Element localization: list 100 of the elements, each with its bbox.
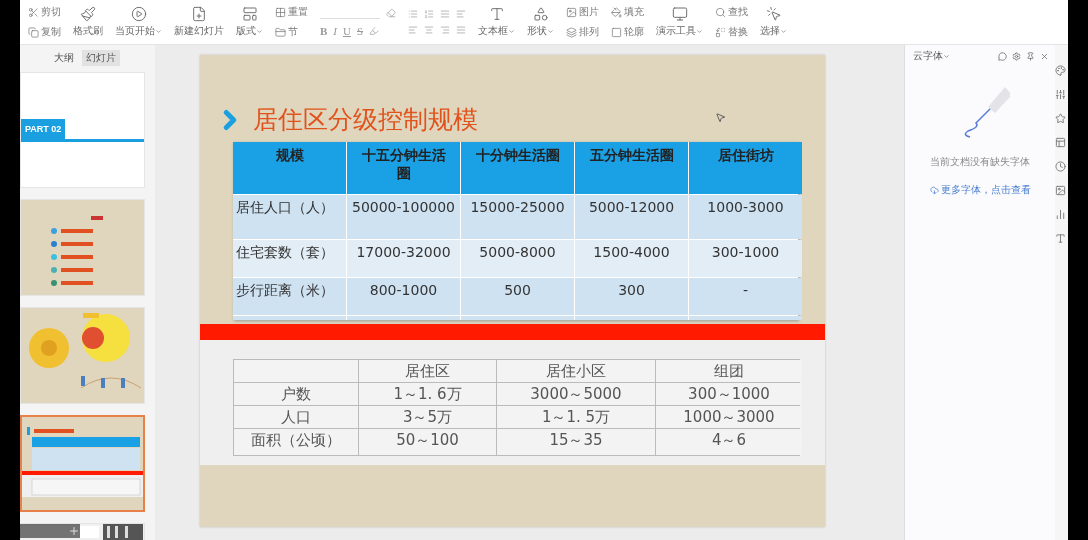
column-header: 组团 <box>656 360 802 382</box>
align-icon[interactable] <box>456 25 466 35</box>
text-icon <box>488 6 505 22</box>
folder-icon <box>275 26 286 38</box>
play-icon <box>130 6 147 22</box>
scissors-icon <box>28 6 39 18</box>
brush-icon <box>80 6 96 22</box>
table-cell: 17000-32000 <box>347 240 460 277</box>
align-icon[interactable] <box>424 25 434 35</box>
column-header: 居住小区 <box>497 360 655 382</box>
format-button[interactable]: B <box>320 25 328 37</box>
column-header: 五分钟生活圈 <box>575 142 688 194</box>
ribbon-button[interactable]: 替换 <box>715 25 748 39</box>
ribbon-button[interactable]: 剪切 <box>28 5 61 19</box>
ribbon-button[interactable]: 轮廓 <box>611 25 644 39</box>
chat-icon[interactable] <box>998 51 1007 61</box>
grid-icon <box>275 6 286 18</box>
sidebar-tool-icon[interactable] <box>1055 89 1066 100</box>
slide-thumbnail[interactable] <box>20 415 145 512</box>
ribbon-button[interactable]: 文本框 <box>478 6 515 38</box>
slide-thumbnail[interactable]: PART 02 <box>20 72 145 188</box>
table-cell: 3000～5000 <box>497 383 655 405</box>
caret-icon <box>547 27 554 35</box>
caret-icon <box>696 27 703 35</box>
column-header: 规模 <box>233 142 346 194</box>
ribbon-button[interactable]: 选择 <box>760 6 787 38</box>
sidebar-tool-icon[interactable] <box>1055 185 1066 196</box>
table-cell: 15～35 <box>497 429 655 455</box>
settings-icon[interactable] <box>1012 51 1021 61</box>
table-cell: 住宅套数（套） <box>233 240 346 277</box>
caret-icon <box>155 27 162 35</box>
table-cell: 1000-3000 <box>689 195 802 239</box>
sidebar-tool-icon[interactable] <box>1055 233 1066 244</box>
table-cell: 50000-100000 <box>347 195 460 239</box>
search-icon <box>715 6 726 18</box>
table-cell: 户数 <box>234 383 358 405</box>
ribbon-button[interactable]: 重置 <box>275 5 308 19</box>
align-icon[interactable] <box>408 25 418 35</box>
format-button[interactable]: U <box>343 25 351 37</box>
table-cell: 人口 <box>234 406 358 428</box>
ribbon-button[interactable]: 图片 <box>566 5 599 19</box>
ribbon-button[interactable]: 演示工具 <box>656 6 703 38</box>
replace-icon <box>715 26 726 38</box>
cursor-icon <box>715 112 726 123</box>
eraser-icon <box>386 8 396 18</box>
table-cell: - <box>689 278 802 315</box>
list-icon[interactable] <box>424 9 434 19</box>
ribbon-button[interactable]: 复制 <box>28 25 61 39</box>
more-fonts-link[interactable]: 更多字体，点击查看 <box>929 183 1031 197</box>
column-header: 居住区 <box>359 360 496 382</box>
layers-icon <box>566 26 577 38</box>
panel-tab[interactable]: 幻灯片 <box>82 50 120 66</box>
sidebar-tool-icon[interactable] <box>1055 209 1066 220</box>
ribbon-button[interactable]: 节 <box>275 25 308 39</box>
close-icon[interactable] <box>1040 51 1049 61</box>
table-cell: 50～100 <box>359 429 496 455</box>
image-icon <box>566 6 577 18</box>
panel-tab[interactable]: 大纲 <box>50 50 78 66</box>
highlighter-icon <box>369 26 380 36</box>
ribbon-button[interactable]: 格式刷 <box>73 6 103 38</box>
caret-icon <box>780 27 787 35</box>
paint-bucket-icon <box>611 6 622 18</box>
caret-icon <box>508 27 515 35</box>
format-button[interactable]: I <box>333 25 337 37</box>
table-cell: 1500-4000 <box>575 240 688 277</box>
table-cell: 居住人口（人） <box>233 195 346 239</box>
list-icon[interactable] <box>456 9 466 19</box>
panel-title[interactable]: 云字体 <box>913 49 950 63</box>
sidebar-tool-icon[interactable] <box>1055 161 1066 172</box>
ribbon-button[interactable]: 新建幻灯片 <box>174 6 224 38</box>
table-cell: 步行距离（米） <box>233 278 346 315</box>
part-label: PART 02 <box>21 118 66 139</box>
table-cell: 300 <box>575 278 688 315</box>
list-icon[interactable] <box>408 9 418 19</box>
table-cell: 15000-25000 <box>461 195 574 239</box>
ribbon-button[interactable]: 填充 <box>611 5 644 19</box>
ribbon-button[interactable]: 当页开始 <box>115 6 162 38</box>
list-icon[interactable] <box>440 9 450 19</box>
table-cell: 1～1. 6万 <box>359 383 496 405</box>
ribbon-button[interactable]: 版式 <box>236 6 263 38</box>
column-header: 十分钟生活圈 <box>461 142 574 194</box>
pin-icon[interactable] <box>1026 51 1035 61</box>
plus-icon <box>68 525 80 537</box>
ribbon-button[interactable]: 形状 <box>527 6 554 38</box>
layout-icon <box>241 6 258 22</box>
format-button[interactable]: S <box>356 25 364 37</box>
table-cell: 面积（公顷） <box>234 429 358 455</box>
caret-icon <box>256 27 263 35</box>
sidebar-tool-icon[interactable] <box>1055 137 1066 148</box>
sidebar-tool-icon[interactable] <box>1055 65 1066 76</box>
copy-icon <box>28 26 39 38</box>
ribbon-button[interactable]: 查找 <box>715 5 748 19</box>
sidebar-tool-icon[interactable] <box>1055 113 1066 124</box>
pointer-icon <box>765 6 782 22</box>
align-icon[interactable] <box>440 25 450 35</box>
ribbon-button[interactable]: 排列 <box>566 25 599 39</box>
monitor-icon <box>671 6 688 22</box>
table-cell: 5000-12000 <box>575 195 688 239</box>
shapes-icon <box>532 6 549 22</box>
column-header: 居住街坊 <box>689 142 802 194</box>
